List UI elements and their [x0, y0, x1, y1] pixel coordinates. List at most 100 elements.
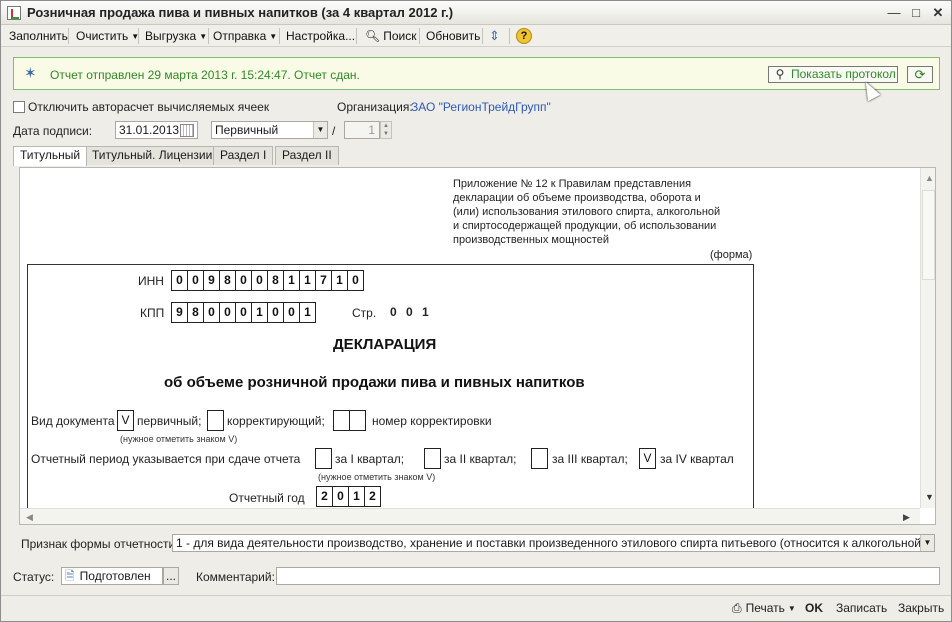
expand-collapse-icon[interactable]: ⇕ — [489, 27, 500, 45]
organization-link[interactable]: ЗАО "РегионТрейдГрупп" — [411, 100, 551, 114]
q2-mark — [424, 448, 441, 469]
form-sign-label: Признак формы отчетности: — [21, 537, 179, 551]
disable-autocalc-label: Отключить авторасчет вычисляемых ячеек — [28, 100, 270, 114]
ok-label: OK — [805, 601, 823, 615]
inn-digit-cell: 1 — [331, 270, 348, 291]
search-label: Поиск — [383, 29, 417, 43]
calendar-icon[interactable] — [180, 124, 194, 137]
scroll-down-icon[interactable]: ▼ — [925, 492, 934, 502]
tab-section-2[interactable]: Раздел II — [275, 146, 339, 165]
horizontal-scrollbar[interactable]: ◀ ▶ — [20, 508, 920, 524]
close-label: Закрыть — [898, 601, 945, 615]
ok-button[interactable]: OK — [805, 601, 823, 615]
kpp-digit-cell: 9 — [171, 302, 188, 323]
correction-stepper-icon[interactable]: ▲ ▼ — [380, 121, 392, 139]
dropdown-arrow-icon[interactable]: ▼ — [313, 122, 327, 138]
comment-input[interactable] — [276, 567, 940, 585]
q1-checkbox[interactable] — [315, 448, 332, 469]
inn-digit-cell: 0 — [347, 270, 364, 291]
q2-label: за II квартал; — [444, 452, 517, 466]
q4-label: за IV квартал — [660, 452, 734, 466]
search-button[interactable]: 🔍︎ Поиск — [365, 27, 417, 45]
vertical-scroll-thumb[interactable] — [922, 190, 935, 280]
kpp-label: КПП — [140, 306, 165, 320]
period-hint: (нужное отметить знаком V) — [318, 472, 436, 482]
inn-cells[interactable]: 009800811710 — [171, 270, 364, 291]
show-protocol-label: Показать протокол — [791, 67, 896, 81]
kpp-digit-cell: 0 — [219, 302, 236, 323]
status-more-label: ... — [166, 569, 177, 583]
tab-title-licenses-label: Титульный. Лицензии — [92, 148, 213, 162]
declaration-document-area[interactable]: Приложение № 12 к Правилам представления… — [19, 167, 936, 525]
refresh-status-button[interactable]: ⟳ — [907, 66, 933, 83]
scroll-right-icon[interactable]: ▶ — [903, 512, 910, 523]
document-kind-value: Первичный — [215, 123, 279, 137]
clear-button[interactable]: Очистить ▼ — [76, 27, 139, 45]
dropdown-arrow-icon: ▼ — [269, 32, 278, 41]
kpp-digit-cell: 0 — [203, 302, 220, 323]
export-button[interactable]: Выгрузка ▼ — [145, 27, 207, 45]
correction-number-field[interactable]: 1 — [344, 121, 380, 139]
correction-slash: / — [332, 124, 336, 138]
scroll-up-icon[interactable]: ▲ — [925, 173, 934, 183]
inn-digit-cell: 0 — [171, 270, 188, 291]
primary-label: первичный; — [137, 414, 202, 428]
print-button[interactable]: ⎙ Печать ▼ — [732, 601, 796, 616]
scroll-left-icon[interactable]: ◀ — [26, 512, 33, 523]
kpp-cells[interactable]: 980001001 — [171, 302, 316, 323]
refresh-button[interactable]: Обновить — [426, 27, 480, 45]
maximize-icon[interactable]: □ — [906, 4, 926, 22]
sign-date-field[interactable]: 31.01.2013 — [115, 121, 198, 139]
banner-message: Отчет отправлен 29 марта 2013 г. 15:24:4… — [50, 68, 360, 82]
tab-section-1[interactable]: Раздел I — [213, 146, 274, 165]
q4-checkbox[interactable]: V — [639, 448, 656, 469]
toolbar-separator — [208, 28, 209, 44]
status-more-button[interactable]: ... — [163, 567, 179, 585]
correction-number-value: 1 — [368, 123, 375, 137]
minimize-icon[interactable]: — — [884, 4, 904, 22]
close-icon[interactable]: ✕ — [928, 4, 948, 22]
save-button[interactable]: Записать — [836, 601, 887, 615]
page-number: 0 0 1 — [390, 305, 432, 319]
correction-number-cells[interactable] — [333, 410, 366, 431]
declaration-subtitle: об объеме розничной продажи пива и пивны… — [164, 374, 585, 391]
vertical-scrollbar[interactable]: ▲ ▼ — [920, 168, 935, 508]
year-digit-cell: 2 — [316, 486, 333, 507]
help-icon[interactable]: ? — [516, 28, 532, 44]
inn-digit-cell: 1 — [283, 270, 300, 291]
disable-autocalc-checkbox[interactable] — [13, 101, 25, 113]
tab-title[interactable]: Титульный — [13, 146, 88, 166]
settings-button[interactable]: Настройка... — [286, 27, 355, 45]
document-kind-select[interactable]: Первичный ▼ — [211, 121, 328, 139]
inn-digit-cell: 7 — [315, 270, 332, 291]
show-protocol-button[interactable]: ⚲ Показать протокол — [768, 66, 898, 83]
status-field[interactable]: 🗎︎ Подготовлен — [61, 567, 163, 585]
close-button[interactable]: Закрыть — [898, 601, 944, 615]
tab-section-1-label: Раздел I — [220, 148, 267, 162]
sign-date-label: Дата подписи: — [13, 124, 93, 138]
tab-title-licenses[interactable]: Титульный. Лицензии — [85, 146, 220, 165]
corrective-mark — [207, 410, 224, 431]
status-label: Статус: — [13, 570, 55, 584]
q1-mark — [315, 448, 332, 469]
inn-digit-cell: 9 — [203, 270, 220, 291]
kpp-digit-cell: 1 — [299, 302, 316, 323]
save-label: Записать — [836, 601, 888, 615]
send-button[interactable]: Отправка ▼ — [213, 27, 277, 45]
dropdown-arrow-icon[interactable]: ▼ — [920, 535, 934, 551]
magnifier-icon: ⚲ — [775, 67, 785, 81]
q2-checkbox[interactable] — [424, 448, 441, 469]
form-sign-select[interactable]: 1 - для вида деятельности производство, … — [172, 534, 935, 552]
window-title: Розничная продажа пива и пивных напитков… — [27, 5, 454, 20]
year-cells[interactable]: 2012 — [316, 486, 381, 507]
comment-label: Комментарий: — [196, 570, 275, 584]
q3-checkbox[interactable] — [531, 448, 548, 469]
inn-label: ИНН — [138, 274, 164, 288]
eagle-emblem-icon: ✶ — [24, 65, 37, 82]
corrective-checkbox[interactable] — [207, 410, 224, 431]
tab-section-2-label: Раздел II — [282, 148, 332, 162]
form-note: (форма) — [710, 249, 753, 261]
status-value: Подготовлен — [79, 569, 151, 583]
fill-button[interactable]: Заполнить — [9, 27, 68, 45]
primary-checkbox[interactable]: V — [117, 410, 134, 431]
